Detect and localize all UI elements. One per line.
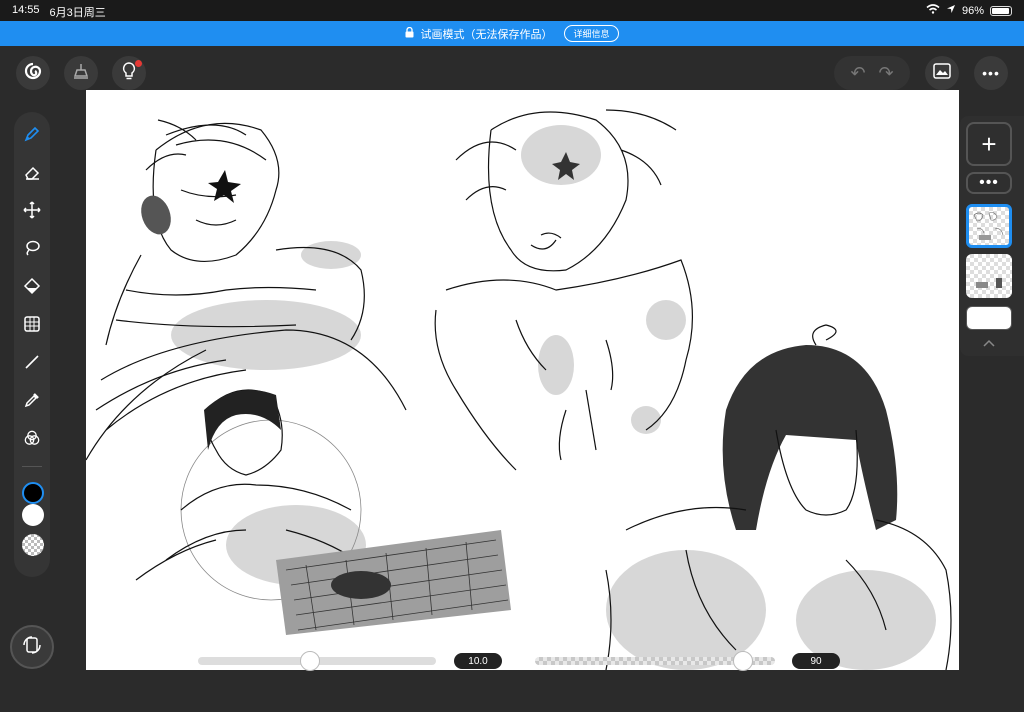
lasso-icon [23, 239, 41, 262]
tool-lasso[interactable] [18, 236, 46, 264]
move-icon [23, 200, 41, 224]
opacity-slider-knob[interactable] [733, 651, 753, 671]
layer-panel: + ••• [960, 116, 1024, 356]
gallery-button[interactable] [64, 56, 98, 90]
tool-rail [14, 112, 50, 577]
lock-icon [405, 26, 414, 41]
app-logo-icon [23, 61, 43, 86]
battery-icon [990, 5, 1012, 16]
brush-size-slider[interactable] [198, 651, 436, 671]
tool-transform[interactable] [18, 312, 46, 340]
color-mixer-icon [23, 429, 41, 452]
add-layer-button[interactable]: + [966, 122, 1012, 166]
tool-fill[interactable] [18, 274, 46, 302]
undo-button[interactable]: ↶ [850, 63, 865, 84]
transparent-color-swatch[interactable] [22, 534, 44, 556]
tool-pen[interactable] [18, 122, 46, 150]
background-layer[interactable] [966, 306, 1012, 330]
app-menu-button[interactable] [16, 56, 50, 90]
layer-panel-handle[interactable] [950, 212, 954, 258]
paint-bucket-icon [23, 277, 41, 300]
status-time: 14:55 [12, 4, 40, 16]
tool-line[interactable] [18, 350, 46, 378]
quick-action-button[interactable] [10, 625, 54, 669]
location-icon [946, 4, 956, 17]
more-icon: ••• [982, 65, 1000, 81]
line-icon [23, 353, 41, 376]
battery-percent: 96% [961, 4, 984, 17]
brush-size-slider-knob[interactable] [300, 651, 320, 671]
secondary-color-swatch[interactable] [22, 504, 44, 526]
trial-mode-banner: 试画模式（无法保存作品） 详细信息 [0, 21, 1024, 46]
layer-thumbnail-2[interactable] [966, 254, 1012, 298]
redo-button[interactable]: ↷ [878, 63, 893, 84]
tips-button[interactable] [112, 56, 146, 90]
drawing-canvas[interactable] [86, 90, 959, 670]
status-date: 6月3日周三 [49, 7, 106, 19]
reference-image-button[interactable] [925, 56, 959, 90]
tool-move[interactable] [18, 198, 46, 226]
tool-eraser[interactable] [18, 160, 46, 188]
layer-thumbnail-1[interactable] [966, 204, 1012, 248]
pen-icon [23, 125, 41, 148]
layer-options-button[interactable]: ••• [966, 172, 1012, 194]
stamp-icon [71, 61, 91, 86]
sketch-artwork [86, 109, 952, 670]
tool-color-mixer[interactable] [18, 426, 46, 454]
notification-dot [135, 60, 142, 67]
status-bar: 14:55 6月3日周三 96% [0, 0, 1024, 21]
chevron-up-icon[interactable] [983, 336, 995, 350]
banner-title: 试画模式（无法保存作品） [420, 28, 553, 41]
swap-device-icon [21, 634, 43, 661]
undo-redo-group: ↶ ↷ [834, 56, 910, 90]
opacity-slider[interactable] [535, 651, 775, 671]
opacity-value: 90 [792, 653, 840, 669]
details-button[interactable]: 详细信息 [564, 25, 619, 42]
more-menu-button[interactable]: ••• [974, 56, 1008, 90]
primary-color-swatch[interactable] [22, 482, 44, 504]
brush-size-value: 10.0 [454, 653, 502, 669]
image-icon [933, 62, 951, 84]
grid-transform-icon [23, 315, 41, 338]
tool-eyedropper[interactable] [18, 388, 46, 416]
rail-divider [22, 466, 42, 467]
eyedropper-icon [23, 391, 41, 414]
eraser-icon [23, 163, 41, 186]
wifi-icon [926, 4, 940, 17]
